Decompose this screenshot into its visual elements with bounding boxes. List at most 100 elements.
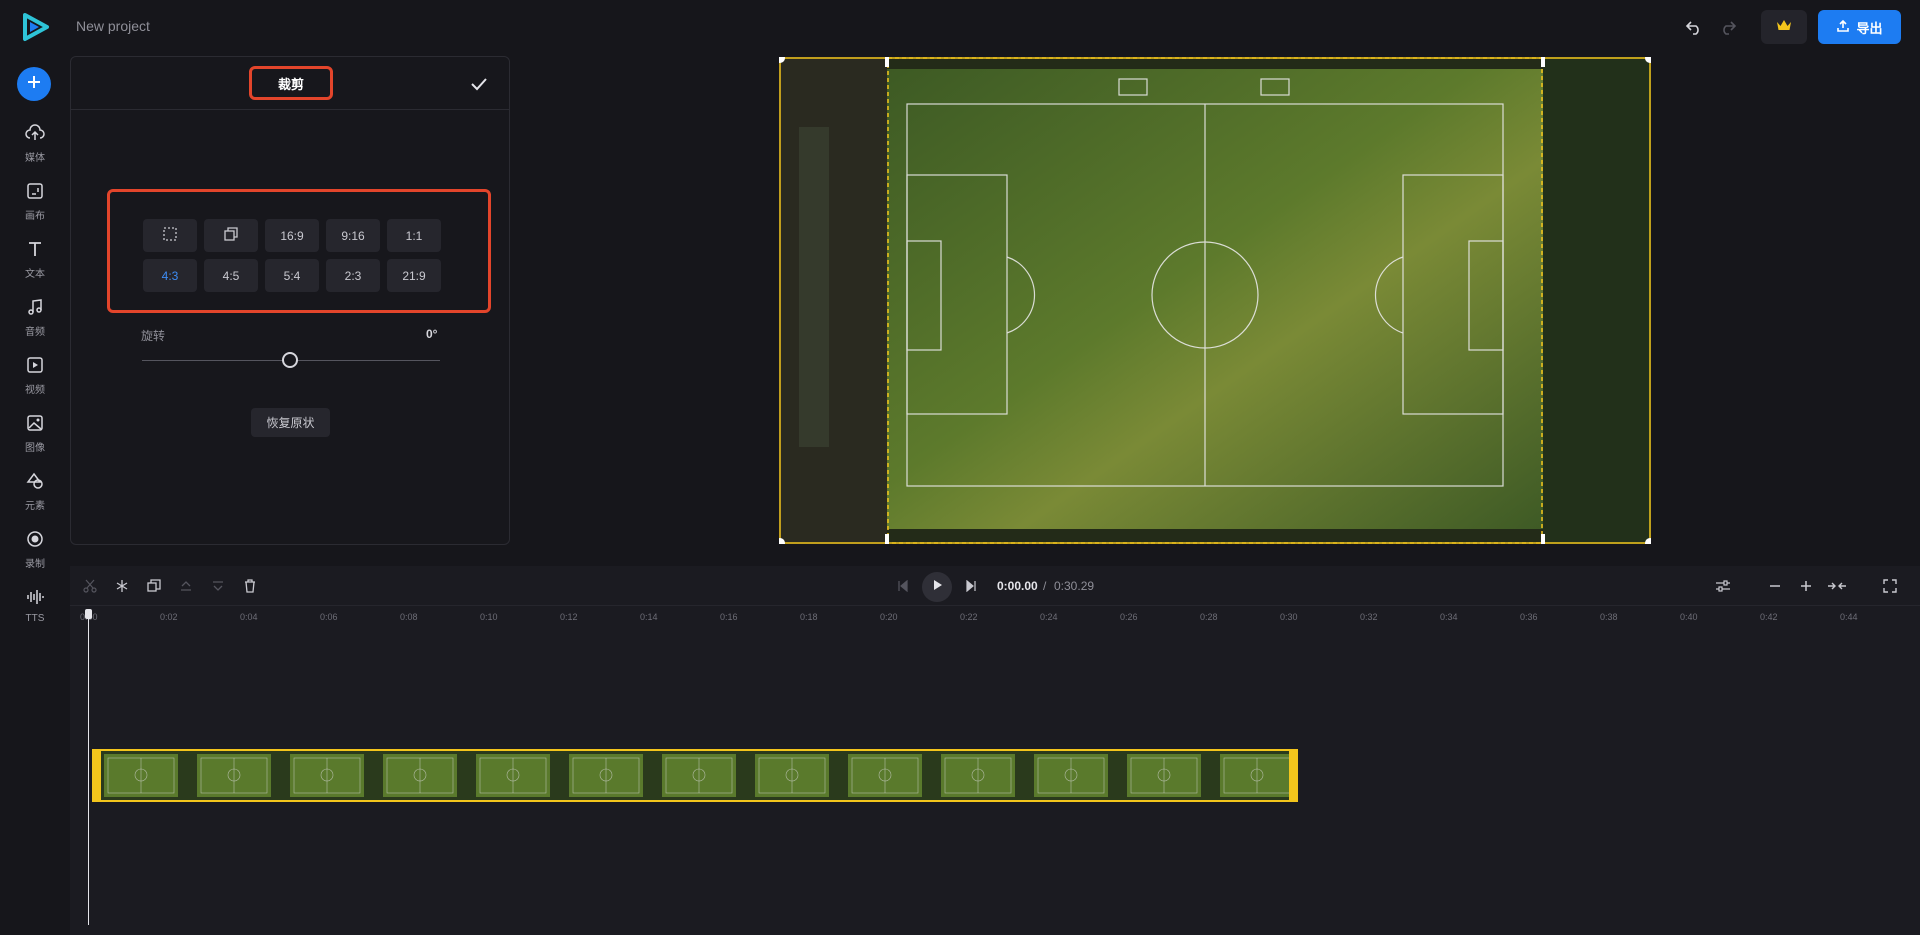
export-button[interactable]: 导出 xyxy=(1818,10,1901,44)
ruler-tick: 0:24 xyxy=(1040,612,1058,622)
skip-back-icon[interactable] xyxy=(893,576,913,596)
crown-icon xyxy=(1776,18,1792,37)
video-preview[interactable] xyxy=(779,57,1651,544)
ruler-tick: 0:14 xyxy=(640,612,658,622)
playhead-handle[interactable] xyxy=(85,609,92,619)
sidebar-item-label: TTS xyxy=(25,613,45,624)
ratio-4-5-button[interactable]: 4:5 xyxy=(204,259,258,292)
swap-orientation-button[interactable] xyxy=(204,219,258,252)
rotation-slider-handle[interactable] xyxy=(282,352,298,368)
left-sidebar: 媒体 画布 文本 音频 视频 图像 元素 录制 TTS xyxy=(0,54,70,935)
premium-button[interactable] xyxy=(1761,10,1807,44)
image-icon xyxy=(26,414,44,437)
rotation-label: 旋转 xyxy=(141,329,166,343)
top-bar: New project 导出 xyxy=(0,0,1920,54)
zoom-in-icon[interactable] xyxy=(1796,576,1816,596)
add-button[interactable] xyxy=(17,67,51,101)
ruler-tick: 0:12 xyxy=(560,612,578,622)
upload-cloud-icon xyxy=(25,124,45,147)
sidebar-item-record[interactable]: 录制 xyxy=(0,530,70,578)
project-title[interactable]: New project xyxy=(76,18,150,34)
sidebar-item-audio[interactable]: 音频 xyxy=(0,298,70,346)
fullscreen-icon[interactable] xyxy=(1880,576,1900,596)
skip-forward-icon[interactable] xyxy=(961,576,981,596)
sidebar-item-label: 元素 xyxy=(25,501,45,512)
ruler-tick: 0:42 xyxy=(1760,612,1778,622)
ratio-16-9-button[interactable]: 16:9 xyxy=(265,219,319,252)
ruler-tick: 0:26 xyxy=(1120,612,1138,622)
ratio-21-9-button[interactable]: 21:9 xyxy=(387,259,441,292)
ruler-tick: 0:28 xyxy=(1200,612,1218,622)
play-button[interactable] xyxy=(922,572,952,602)
sidebar-item-text[interactable]: 文本 xyxy=(0,240,70,288)
sidebar-item-image[interactable]: 图像 xyxy=(0,414,70,462)
text-icon xyxy=(26,240,44,263)
upload-icon xyxy=(1836,19,1850,36)
playhead[interactable] xyxy=(88,610,89,925)
aspect-ratio-group: 16:9 9:16 1:1 4:3 4:5 5:4 2:3 21:9 xyxy=(107,189,491,313)
crop-panel-title: 裁剪 xyxy=(249,66,333,100)
ruler-tick: 0:36 xyxy=(1520,612,1538,622)
ratio-9-16-button[interactable]: 9:16 xyxy=(326,219,380,252)
ruler-tick: 0:06 xyxy=(320,612,338,622)
canvas-icon xyxy=(26,182,44,205)
adjust-icon[interactable] xyxy=(1713,576,1733,596)
sidebar-item-canvas[interactable]: 画布 xyxy=(0,182,70,230)
move-up-icon[interactable] xyxy=(176,576,196,596)
free-crop-button[interactable] xyxy=(143,219,197,252)
crop-panel: 裁剪 16:9 9:16 1:1 4:3 4:5 5:4 2:3 21:9 旋转… xyxy=(70,56,510,545)
timeline: 0:00.00 / 0:30.29 0:00 0:02 0:04 0:06 0:… xyxy=(70,566,1920,935)
sidebar-item-label: 视频 xyxy=(25,385,45,396)
football-field-image xyxy=(779,57,1651,544)
sidebar-item-label: 音频 xyxy=(25,327,45,338)
redo-icon[interactable] xyxy=(1715,14,1741,40)
crop-panel-header: 裁剪 xyxy=(71,57,509,110)
video-icon xyxy=(26,356,44,379)
confirm-button[interactable] xyxy=(467,72,491,96)
ratio-2-3-button[interactable]: 2:3 xyxy=(326,259,380,292)
current-time: 0:00.00 xyxy=(997,579,1038,593)
move-down-icon[interactable] xyxy=(208,576,228,596)
ruler-tick: 0:08 xyxy=(400,612,418,622)
duplicate-icon[interactable] xyxy=(144,576,164,596)
free-crop-icon xyxy=(162,226,178,245)
sidebar-item-tts[interactable]: TTS xyxy=(0,588,70,636)
clip-thumbnails xyxy=(94,751,1296,800)
music-icon xyxy=(26,298,44,321)
sidebar-item-elements[interactable]: 元素 xyxy=(0,472,70,520)
ratio-4-3-button[interactable]: 4:3 xyxy=(143,259,197,292)
trash-icon[interactable] xyxy=(240,576,260,596)
video-clip[interactable] xyxy=(92,749,1298,802)
app-logo[interactable] xyxy=(20,12,50,42)
undo-icon[interactable] xyxy=(1681,14,1707,40)
export-label: 导出 xyxy=(1856,20,1883,36)
clip-trim-end-handle[interactable] xyxy=(1289,749,1298,802)
ruler-tick: 0:38 xyxy=(1600,612,1618,622)
ruler-tick: 0:04 xyxy=(240,612,258,622)
split-icon[interactable] xyxy=(80,576,100,596)
clip-trim-start-handle[interactable] xyxy=(92,749,101,802)
ruler-tick: 0:20 xyxy=(880,612,898,622)
timeline-ruler[interactable]: 0:00 0:02 0:04 0:06 0:08 0:10 0:12 0:14 … xyxy=(70,606,1920,630)
ruler-tick: 0:40 xyxy=(1680,612,1698,622)
ruler-tick: 0:22 xyxy=(960,612,978,622)
ratio-5-4-button[interactable]: 5:4 xyxy=(265,259,319,292)
sidebar-item-video[interactable]: 视频 xyxy=(0,356,70,404)
ruler-tick: 0:30 xyxy=(1280,612,1298,622)
play-icon xyxy=(931,578,943,596)
ruler-tick: 0:34 xyxy=(1440,612,1458,622)
ruler-tick: 0:44 xyxy=(1840,612,1858,622)
plus-icon xyxy=(26,74,42,95)
sidebar-item-label: 文本 xyxy=(25,269,45,280)
sidebar-item-label: 画布 xyxy=(25,211,45,222)
reset-button[interactable]: 恢复原状 xyxy=(251,408,330,437)
tts-icon xyxy=(26,588,44,611)
freeze-icon[interactable] xyxy=(112,576,132,596)
rotation-value: 0° xyxy=(426,327,438,341)
fit-timeline-icon[interactable] xyxy=(1827,576,1847,596)
zoom-out-icon[interactable] xyxy=(1765,576,1785,596)
ratio-1-1-button[interactable]: 1:1 xyxy=(387,219,441,252)
ruler-tick: 0:02 xyxy=(160,612,178,622)
sidebar-item-media[interactable]: 媒体 xyxy=(0,124,70,172)
ruler-tick: 0:16 xyxy=(720,612,738,622)
